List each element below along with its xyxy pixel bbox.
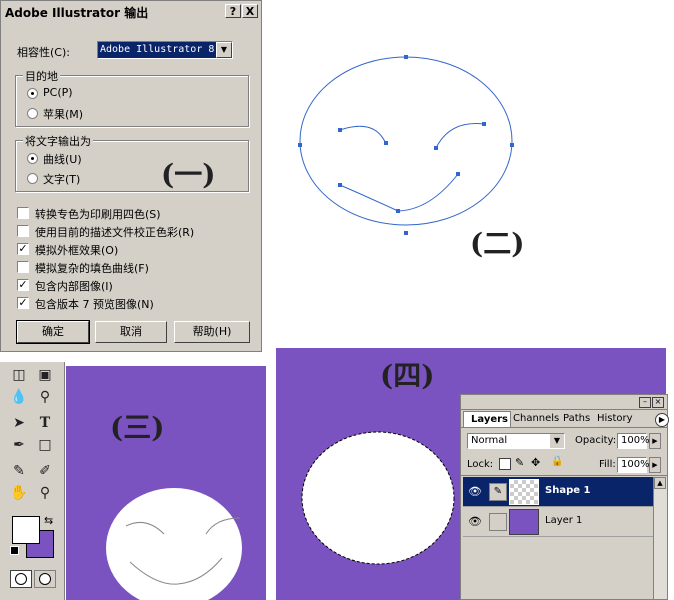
photoshop-toolbox: ◫ ▣ 💧 ⚲ ➤ T ✒ □ ✎ ✐ ✋ ⚲ ⇆ [0,362,65,600]
default-colors-icon[interactable] [10,546,19,555]
option-label[interactable]: 模拟外框效果(O) [35,242,118,258]
rectangle-icon[interactable]: □ [34,434,56,456]
path-select-icon[interactable]: ➤ [8,412,30,434]
blend-mode-select[interactable]: Normal ▼ [467,433,565,449]
eyedropper-icon[interactable]: ✐ [34,460,56,482]
lock-move-icon[interactable]: ✥ [531,456,540,469]
opacity-slider-icon[interactable]: ▶ [649,433,661,449]
link-slot[interactable] [489,513,507,531]
opacity-label: Opacity: [575,435,617,446]
tab-channels[interactable]: Channels [513,411,559,427]
marker-one: (一) [161,158,216,191]
hand-icon[interactable]: ✋ [8,482,30,504]
close-icon[interactable]: × [652,397,664,408]
tab-history[interactable]: History [597,411,635,427]
eye-icon[interactable]: 👁 [467,515,483,529]
brush-link-icon[interactable]: ✎ [489,483,507,501]
eraser-icon[interactable]: ◫ [8,364,30,386]
canvas-three[interactable]: (三) [66,366,266,600]
marker-two: (二) [470,227,525,260]
option-label[interactable]: 包含内部图像(I) [35,278,113,294]
opacity-input[interactable]: 100% [617,433,650,449]
marker-three: (三) [110,411,165,444]
tab-layers[interactable]: Layers [463,411,511,427]
option-checkbox[interactable] [17,225,29,237]
text-output-group-title: 将文字输出为 [23,133,93,149]
fill-slider-icon[interactable]: ▶ [649,457,661,473]
text-curves-label[interactable]: 曲线(U) [43,151,82,167]
option-label[interactable]: 模拟复杂的填色曲线(F) [35,260,149,276]
scroll-up-icon[interactable]: ▲ [654,477,666,489]
option-checkbox[interactable]: ✓ [17,279,29,291]
mouth-path[interactable] [339,173,459,212]
illustrator-export-dialog: Adobe Illustrator 输出 ? X 相容性(C): Adobe I… [0,0,262,352]
standard-mode-button[interactable] [10,570,32,588]
text-curves-radio[interactable] [27,153,38,164]
blur-icon[interactable]: 💧 [8,386,30,408]
layer-thumbnail-purple [509,509,539,535]
tab-paths[interactable]: Paths [563,411,593,427]
option-checkbox[interactable] [17,261,29,273]
fill-input[interactable]: 100% [617,457,650,473]
dest-mac-label[interactable]: 苹果(M) [43,106,83,122]
help-title-button[interactable]: ? [225,4,241,18]
dest-pc-radio[interactable] [27,88,38,99]
layers-scrollbar[interactable]: ▲ [653,477,667,599]
palette-titlebar: – × [461,395,667,410]
option-checkbox[interactable]: ✓ [17,243,29,255]
compat-select[interactable]: Adobe Illustrator 8 ▼ [97,41,233,59]
dest-mac-radio[interactable] [27,108,38,119]
lock-label: Lock: [467,459,494,470]
layer-row-shape1[interactable]: 👁 ✎ Shape 1 [463,477,653,507]
dialog-titlebar: Adobe Illustrator 输出 ? X [1,1,261,21]
text-text-radio[interactable] [27,173,38,184]
dialog-title: Adobe Illustrator 输出 [5,6,149,20]
layer-thumbnail-transparent [509,479,539,505]
option-checkbox[interactable] [17,207,29,219]
destination-group-title: 目的地 [23,68,60,84]
eye-icon[interactable]: 👁 [467,485,483,499]
help-button[interactable]: 帮助(H) [174,321,250,343]
chevron-down-icon[interactable]: ▼ [550,434,564,448]
lock-transparency-icon[interactable] [499,458,511,470]
option-label[interactable]: 转换专色为印刷用四色(S) [35,206,161,222]
option-label[interactable]: 使用目前的描述文件校正色彩(R) [35,224,194,240]
white-face-shape [106,488,242,600]
palette-menu-icon[interactable]: ▶ [655,413,669,427]
option-checkbox[interactable]: ✓ [17,297,29,309]
minimize-icon[interactable]: – [639,397,651,408]
type-icon[interactable]: T [34,412,56,434]
notes-icon[interactable]: ✎ [8,460,30,482]
selection-ellipse [301,431,455,565]
text-text-label[interactable]: 文字(T) [43,171,80,187]
left-eye-path[interactable] [339,125,387,145]
foreground-color-swatch[interactable] [12,516,40,544]
layer-row-layer1[interactable]: 👁 Layer 1 [463,507,653,537]
lock-all-icon[interactable]: 🔒 [551,456,563,467]
compat-select-value: Adobe Illustrator 8 [98,42,216,58]
layers-palette: – × Layers Channels Paths History ▶ Norm… [460,394,669,600]
zoom-icon[interactable]: ⚲ [34,482,56,504]
compat-label: 相容性(C): [17,46,70,59]
lock-paint-icon[interactable]: ✎ [515,456,524,469]
vector-face-drawing [298,55,514,235]
layer-name: Layer 1 [545,515,583,526]
gradient-icon[interactable]: ▣ [34,364,56,386]
option-label[interactable]: 包含版本 7 预览图像(N) [35,296,154,312]
close-title-button[interactable]: X [242,4,258,18]
swap-colors-icon[interactable]: ⇆ [44,514,53,527]
cancel-button[interactable]: 取消 [95,321,167,343]
pen-icon[interactable]: ✒ [8,434,30,456]
blend-mode-value: Normal [471,435,508,446]
quick-mask-mode-button[interactable] [34,570,56,588]
fill-label: Fill: [599,459,616,470]
dest-pc-label[interactable]: PC(P) [43,86,73,99]
ok-button[interactable]: 确定 [16,320,90,344]
face-outline-path[interactable] [299,56,513,226]
layer-name: Shape 1 [545,485,591,496]
right-eye-path[interactable] [435,123,485,149]
chevron-down-icon[interactable]: ▼ [216,42,232,58]
dodge-icon[interactable]: ⚲ [34,386,56,408]
